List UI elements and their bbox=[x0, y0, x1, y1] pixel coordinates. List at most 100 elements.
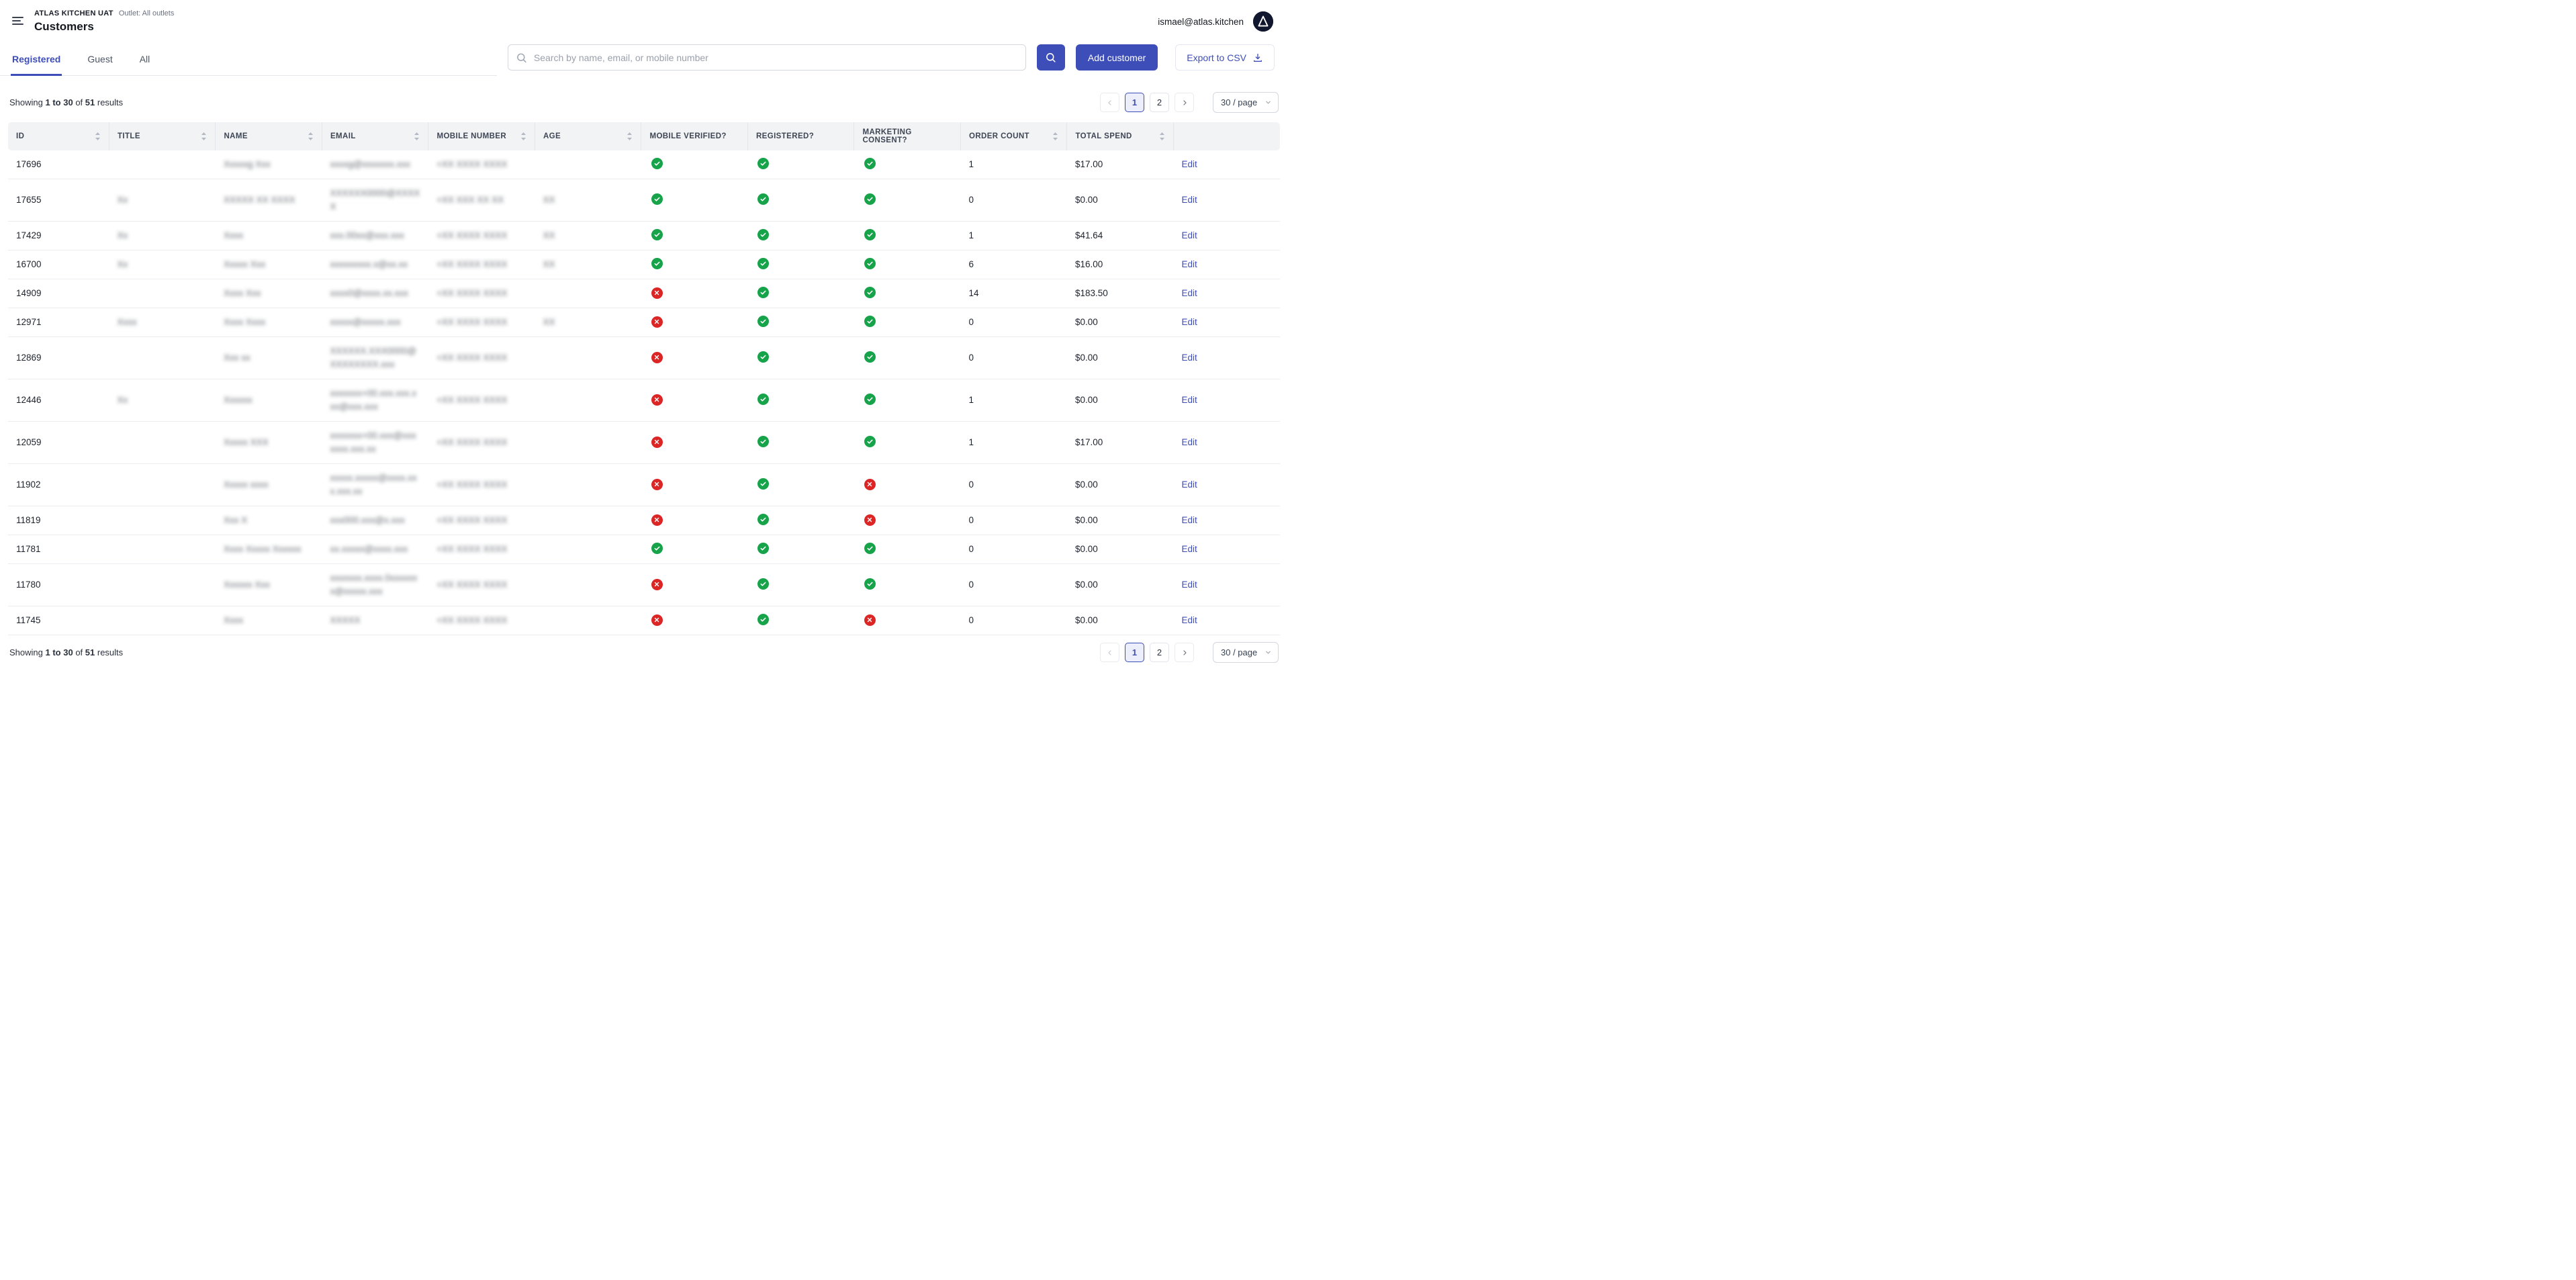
check-circle-icon bbox=[757, 258, 769, 269]
cell-marketing_consent bbox=[854, 506, 961, 535]
cell-text: XXXXXX.XXX0000@XXXXXXXX.xxx bbox=[330, 346, 416, 369]
tab-all[interactable]: All bbox=[138, 45, 152, 76]
export-csv-button[interactable]: Export to CSV bbox=[1175, 44, 1275, 71]
cell-name: Xxxxx xxxx bbox=[216, 464, 322, 506]
column-header-mobile[interactable]: MOBILE NUMBER bbox=[428, 122, 535, 150]
list-controls-top: Showing 1 to 30 of 51 results 1 2 30 / p… bbox=[0, 92, 1288, 113]
edit-link[interactable]: Edit bbox=[1181, 580, 1197, 590]
column-header-title[interactable]: TITLE bbox=[109, 122, 216, 150]
cell-text: +XX XXXX XXXX bbox=[436, 159, 507, 169]
sort-icon[interactable] bbox=[627, 132, 633, 141]
sort-icon[interactable] bbox=[201, 132, 207, 141]
chevron-right-icon bbox=[1181, 649, 1189, 657]
cell-text: 0 bbox=[968, 353, 974, 363]
cell-actions: Edit bbox=[1173, 464, 1280, 506]
cell-title: Xx bbox=[109, 222, 216, 250]
cell-text: xxxx0@xxxx.xx.xxx bbox=[330, 288, 408, 298]
cell-text: +XX XXXX XXXX bbox=[436, 544, 507, 554]
edit-link[interactable]: Edit bbox=[1181, 479, 1197, 490]
prev-page-button[interactable] bbox=[1100, 93, 1119, 112]
check-circle-icon bbox=[864, 193, 876, 205]
check-circle-icon bbox=[864, 229, 876, 240]
column-header-id[interactable]: ID bbox=[8, 122, 109, 150]
cell-text: Xxxx Xxxx bbox=[224, 317, 265, 327]
page-size-select[interactable]: 30 / page bbox=[1213, 642, 1279, 663]
cell-text: xxxxxxxxx.x@xx.xx bbox=[330, 259, 408, 269]
edit-link[interactable]: Edit bbox=[1181, 437, 1197, 447]
cell-text: 11780 bbox=[16, 580, 41, 590]
cross-circle-icon bbox=[651, 614, 663, 626]
sort-icon[interactable] bbox=[414, 132, 420, 141]
page-button-2[interactable]: 2 bbox=[1150, 93, 1169, 112]
edit-link[interactable]: Edit bbox=[1181, 230, 1197, 240]
cell-registered bbox=[747, 337, 854, 379]
check-circle-icon bbox=[864, 287, 876, 298]
sort-icon[interactable] bbox=[1052, 132, 1058, 141]
cell-mobile_verified bbox=[641, 337, 748, 379]
edit-link[interactable]: Edit bbox=[1181, 615, 1197, 625]
cell-actions: Edit bbox=[1173, 150, 1280, 179]
cell-marketing_consent bbox=[854, 606, 961, 635]
cell-order_count: 1 bbox=[960, 379, 1067, 422]
cell-mobile: +XX XXXX XXXX bbox=[428, 279, 535, 308]
sort-icon[interactable] bbox=[308, 132, 314, 141]
edit-link[interactable]: Edit bbox=[1181, 259, 1197, 269]
cell-marketing_consent bbox=[854, 250, 961, 279]
column-header-name[interactable]: NAME bbox=[216, 122, 322, 150]
edit-link[interactable]: Edit bbox=[1181, 195, 1197, 205]
page-button-1[interactable]: 1 bbox=[1125, 643, 1144, 662]
cell-mobile: +XX XXXX XXXX bbox=[428, 379, 535, 422]
cell-text: Xxxx Xxxxx Xxxxxx bbox=[224, 544, 302, 554]
outlet-label: Outlet: All outlets bbox=[119, 9, 175, 17]
cell-text: XXXXXX0000@XXXXX bbox=[330, 188, 420, 212]
search-button[interactable] bbox=[1037, 44, 1065, 71]
download-icon bbox=[1252, 52, 1263, 63]
customers-table: IDTITLENAMEEMAILMOBILE NUMBERAGEMOBILE V… bbox=[8, 122, 1280, 635]
prev-page-button[interactable] bbox=[1100, 643, 1119, 662]
search-box bbox=[508, 44, 1026, 71]
cell-title bbox=[109, 279, 216, 308]
edit-link[interactable]: Edit bbox=[1181, 288, 1197, 298]
cross-circle-icon bbox=[651, 316, 663, 328]
sort-icon[interactable] bbox=[1159, 132, 1165, 141]
check-circle-icon bbox=[757, 543, 769, 554]
sort-icon[interactable] bbox=[520, 132, 526, 141]
avatar[interactable] bbox=[1253, 11, 1273, 32]
edit-link[interactable]: Edit bbox=[1181, 544, 1197, 554]
cell-text: 14 bbox=[968, 288, 978, 298]
search-input[interactable] bbox=[508, 44, 1026, 71]
page-button-2[interactable]: 2 bbox=[1150, 643, 1169, 662]
cell-mobile_verified bbox=[641, 506, 748, 535]
add-customer-button[interactable]: Add customer bbox=[1076, 44, 1158, 71]
edit-link[interactable]: Edit bbox=[1181, 159, 1197, 169]
cell-text: $16.00 bbox=[1075, 259, 1103, 269]
tab-registered[interactable]: Registered bbox=[11, 45, 62, 76]
check-circle-icon bbox=[757, 514, 769, 525]
cell-age bbox=[535, 279, 641, 308]
menu-button[interactable] bbox=[11, 11, 25, 31]
edit-link[interactable]: Edit bbox=[1181, 317, 1197, 327]
edit-link[interactable]: Edit bbox=[1181, 515, 1197, 525]
cell-text: xxx000.xxx@x.xxx bbox=[330, 515, 404, 525]
cell-text: 11745 bbox=[16, 615, 41, 625]
page-size-select[interactable]: 30 / page bbox=[1213, 92, 1279, 113]
cell-text: +XX XXXX XXXX bbox=[436, 515, 507, 525]
column-header-email[interactable]: EMAIL bbox=[322, 122, 428, 150]
cell-total_spend: $0.00 bbox=[1067, 464, 1174, 506]
column-header-age[interactable]: AGE bbox=[535, 122, 641, 150]
org-line: ATLAS KITCHEN UAT Outlet: All outlets bbox=[34, 9, 174, 18]
sort-icon[interactable] bbox=[95, 132, 101, 141]
column-header-total_spend[interactable]: TOTAL SPEND bbox=[1067, 122, 1174, 150]
cell-registered bbox=[747, 308, 854, 337]
page-button-1[interactable]: 1 bbox=[1125, 93, 1144, 112]
cell-text: +XX XXX XX XX bbox=[436, 195, 504, 205]
cross-circle-icon bbox=[651, 479, 663, 490]
column-label: NAME bbox=[224, 132, 247, 140]
next-page-button[interactable] bbox=[1175, 93, 1194, 112]
edit-link[interactable]: Edit bbox=[1181, 395, 1197, 405]
edit-link[interactable]: Edit bbox=[1181, 353, 1197, 363]
tab-guest[interactable]: Guest bbox=[86, 45, 113, 76]
cell-mobile: +XX XXXX XXXX bbox=[428, 606, 535, 635]
column-header-order_count[interactable]: ORDER COUNT bbox=[960, 122, 1067, 150]
next-page-button[interactable] bbox=[1175, 643, 1194, 662]
